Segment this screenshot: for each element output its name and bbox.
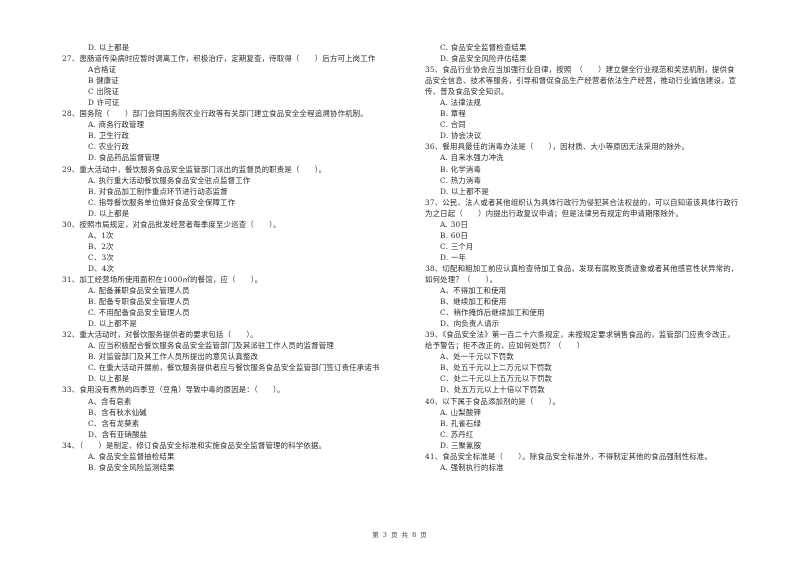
answer-option: B 健康证	[88, 76, 119, 86]
answer-option: B. 孔雀石绿	[440, 418, 482, 428]
answer-option: C、3次	[88, 252, 114, 262]
question-text: 37、公民、法人或者其他组织认为具体行政行为侵犯其合法权益的，可以自知道该具体行…	[425, 197, 739, 207]
answer-option: A. 执行重大活动餐饮服务食品安全驻点监督工作	[88, 175, 251, 185]
answer-option: C. 指导餐饮服务单位做好食品安全保障工作	[88, 197, 236, 207]
answer-option: A合格证	[88, 65, 117, 75]
answer-option: D、向负责人请示	[440, 319, 500, 329]
question-text: 35、食品行业协会应当加强行业自律，按照 （ ）建立健全行业规范和奖惩机制，提供…	[425, 65, 735, 75]
answer-option: D 许可证	[88, 98, 120, 108]
question-text: 28、国务院（ ）部门会同国务院农业行政等有关部门建立食品安全全程追溯协作机制。	[62, 109, 368, 119]
answer-option: B. 对监管部门及其工作人员所提出的意见认真整改	[88, 352, 259, 362]
question-text: 品安全信息、技术等服务，引导和督促食品生产经营者依法生产经营，推动行业诚信建设，…	[425, 76, 737, 86]
answer-option: B. 卫生行政	[88, 131, 130, 141]
question-text: 29、重大活动中，餐饮服务食品安全监管部门派出的监督员的职责是（ ）。	[62, 164, 327, 174]
answer-option: A. 配备兼职食品安全管理人员	[88, 286, 190, 296]
left-column: D. 以上都是 27、患肠道传染病时应暂时调离工作，积极治疗，定期复查，待取得（ …	[62, 42, 407, 473]
answer-option: A、1次	[88, 230, 114, 240]
answer-option: C、处二千元以上五万元以下罚款	[440, 374, 553, 384]
answer-option: C. 热力消毒	[440, 175, 482, 185]
answer-option: B、继续加工和使用	[440, 297, 507, 307]
answer-option: D. 以上都是	[88, 208, 130, 218]
answer-option: D. 食品药品监督管理	[88, 153, 160, 163]
answer-option: C、稍作掩饰后继续加工和使用	[440, 308, 545, 318]
question-text: 34、（ ）是制定、修订食品安全标准和实施食品安全监督管理的科学依据。	[62, 440, 327, 450]
answer-option: D、含有亚硝酸盐	[88, 429, 148, 439]
question-text: 40、以下属于食品添加剂的是（ ）。	[425, 396, 561, 406]
answer-option: D. 以上都是	[88, 43, 130, 52]
question-text: 为之日起（ ）内提出行政复议申请；但是法律另有规定的申请期限除外。	[425, 208, 684, 218]
answer-option: C. 三个月	[440, 241, 474, 251]
answer-option: D. 以上都是	[88, 374, 130, 384]
answer-option: B. 60日	[440, 230, 469, 240]
question-text: 27、患肠道传染病时应暂时调离工作，积极治疗，定期复查，待取得（ ）后方可上岗工…	[62, 54, 376, 64]
answer-option: C. 农业行政	[88, 142, 130, 152]
answer-option: B. 食品安全风险监测结果	[88, 462, 175, 472]
question-text: 32、重大活动时，对餐饮服务提供者的要求包括（ ）。	[62, 330, 258, 340]
answer-option: C 出院证	[88, 87, 120, 97]
answer-option: B、2次	[88, 241, 114, 251]
question-text: 31、加工经营场所使用面积在1000㎡的餐馆，应（ ）。	[62, 274, 263, 284]
question-text: 39、《食品安全法》第一百二十六条规定，未按规定要求销售食品的，监管部门应责令改…	[425, 330, 735, 340]
answer-option: B. 化学消毒	[440, 164, 482, 174]
answer-option: D、处五万元以上十倍以下罚款	[440, 385, 545, 395]
answer-option: B. 章程	[440, 109, 466, 119]
answer-option: C. 不用配备食品安全管理人员	[88, 308, 190, 318]
answer-option: A、含有皂素	[88, 396, 132, 406]
answer-option: D. 以上都不是	[88, 319, 137, 329]
answer-option: C. 食品安全监督检查结果	[440, 43, 527, 52]
answer-option: D. 协会决议	[440, 131, 482, 141]
question-text: 41、食品安全标准是（ ）。除食品安全标准外，不得制定其他的食品强制性标准。	[425, 451, 712, 461]
question-text: 如何处理？（ ）。	[425, 274, 498, 284]
page-footer: 第 3 页 共 8 页	[372, 531, 428, 539]
answer-option: A、不得加工和使用	[440, 286, 507, 296]
answer-option: D. 食品安全风险评估结果	[440, 54, 527, 64]
answer-option: B. 配备专职食品安全管理人员	[88, 297, 190, 307]
question-text: 33、食用没有煮熟的四季豆（豆角）导致中毒的原因是：（ ）。	[62, 385, 285, 395]
answer-option: B、处五千元以上二万元以下罚款	[440, 363, 552, 373]
answer-option: B、含有秋水仙碱	[88, 407, 147, 417]
answer-option: D、4次	[88, 263, 115, 273]
right-column: C. 食品安全监督检查结果 D. 食品安全风险评估结果 35、食品行业协会应当加强行…	[425, 42, 770, 473]
answer-option: C. 合同	[440, 120, 466, 130]
question-text: 36、餐用具最佳的消毒办法是（ ），因材质、大小等原因无法采用的除外。	[425, 142, 690, 152]
answer-option: C、含有龙葵素	[88, 418, 140, 428]
question-text: 传、普及食品安全知识。	[425, 87, 509, 97]
answer-option: A. 商务行政管理	[88, 120, 145, 130]
question-text: 给予警告；拒不改正的，应如何处罚？（ ）	[425, 341, 585, 351]
answer-option: A. 自来水强力冲洗	[440, 153, 504, 163]
answer-option: A. 食品安全监督抽检结果	[88, 451, 175, 461]
answer-option: A. 30日	[440, 219, 469, 229]
answer-option: A. 应当积极配合餐饮服务食品安全监管部门及其派驻工作人员的监督管理	[88, 341, 334, 351]
answer-option: A. 山梨酸钾	[440, 407, 481, 417]
answer-option: A、处一千元以下罚款	[440, 352, 514, 362]
answer-option: D. 三聚氰胺	[440, 440, 482, 450]
answer-option: D. 一年	[440, 252, 467, 262]
answer-option: C. 苏丹红	[440, 429, 474, 439]
question-text: 30、按照市局规定，对食品批发经营者每季度至少巡查（ ）。	[62, 219, 281, 229]
answer-option: A. 强制执行的标准	[440, 462, 504, 472]
answer-option: C. 在重大活动开展前，餐饮服务提供者应与餐饮服务食品安全监管部门签订责任承诺书	[88, 363, 380, 373]
answer-option: A. 法律法规	[440, 98, 481, 108]
question-text: 38、切配和粗加工前应认真检查待加工食品，发现有腐败变质迹象或者其他感官性状异常…	[425, 263, 739, 273]
answer-option: B. 对食品加工制作重点环节进行动态监督	[88, 186, 228, 196]
answer-option: D. 以上都不是	[440, 186, 489, 196]
